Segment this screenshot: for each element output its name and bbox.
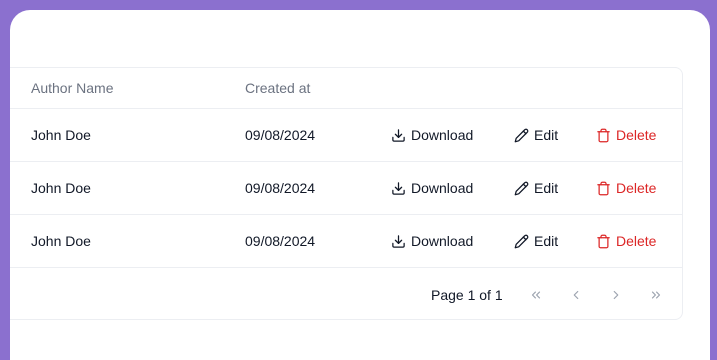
delete-label: Delete <box>616 180 657 196</box>
delete-button[interactable]: Delete <box>596 162 656 214</box>
download-button[interactable]: Download <box>391 109 473 161</box>
chevrons-right-icon <box>649 288 663 302</box>
author-name-cell: John Doe <box>31 233 91 249</box>
page-indicator: Page 1 of 1 <box>431 286 503 303</box>
trash-icon <box>596 234 611 249</box>
content-card: Author Name Created at John Doe 09/08/20… <box>10 10 710 360</box>
download-icon <box>391 128 406 143</box>
download-button[interactable]: Download <box>391 162 473 214</box>
documents-table: Author Name Created at John Doe 09/08/20… <box>10 67 683 320</box>
previous-page-button[interactable] <box>563 282 589 308</box>
pagination: Page 1 of 1 <box>10 269 682 320</box>
chevron-right-icon <box>609 288 623 302</box>
delete-button[interactable]: Delete <box>596 215 656 267</box>
download-label: Download <box>411 233 474 249</box>
edit-label: Edit <box>534 180 559 196</box>
edit-label: Edit <box>534 233 559 249</box>
first-page-button[interactable] <box>523 282 549 308</box>
chevron-left-icon <box>569 288 583 302</box>
edit-label: Edit <box>534 127 559 143</box>
created-at-cell: 09/08/2024 <box>245 127 316 143</box>
author-name-cell: John Doe <box>31 180 91 196</box>
author-name-cell: John Doe <box>31 127 91 143</box>
trash-icon <box>596 128 611 143</box>
download-button[interactable]: Download <box>391 215 473 267</box>
chevrons-left-icon <box>529 288 543 302</box>
edit-button[interactable]: Edit <box>514 215 558 267</box>
pencil-icon <box>514 234 529 249</box>
table-header-row: Author Name Created at <box>10 68 682 109</box>
table-row: John Doe 09/08/2024 Download Edit Delete <box>10 162 682 215</box>
download-label: Download <box>411 180 474 196</box>
edit-button[interactable]: Edit <box>514 109 558 161</box>
created-at-cell: 09/08/2024 <box>245 233 316 249</box>
author-name-header: Author Name <box>31 80 114 96</box>
table-row: John Doe 09/08/2024 Download Edit Delete <box>10 215 682 268</box>
download-icon <box>391 181 406 196</box>
pencil-icon <box>514 181 529 196</box>
pencil-icon <box>514 128 529 143</box>
download-label: Download <box>411 127 474 143</box>
download-icon <box>391 234 406 249</box>
delete-button[interactable]: Delete <box>596 109 656 161</box>
table-row: John Doe 09/08/2024 Download Edit Delete <box>10 109 682 162</box>
delete-label: Delete <box>616 127 657 143</box>
delete-label: Delete <box>616 233 657 249</box>
next-page-button[interactable] <box>603 282 629 308</box>
created-at-header: Created at <box>245 80 311 96</box>
edit-button[interactable]: Edit <box>514 162 558 214</box>
last-page-button[interactable] <box>643 282 669 308</box>
created-at-cell: 09/08/2024 <box>245 180 316 196</box>
trash-icon <box>596 181 611 196</box>
